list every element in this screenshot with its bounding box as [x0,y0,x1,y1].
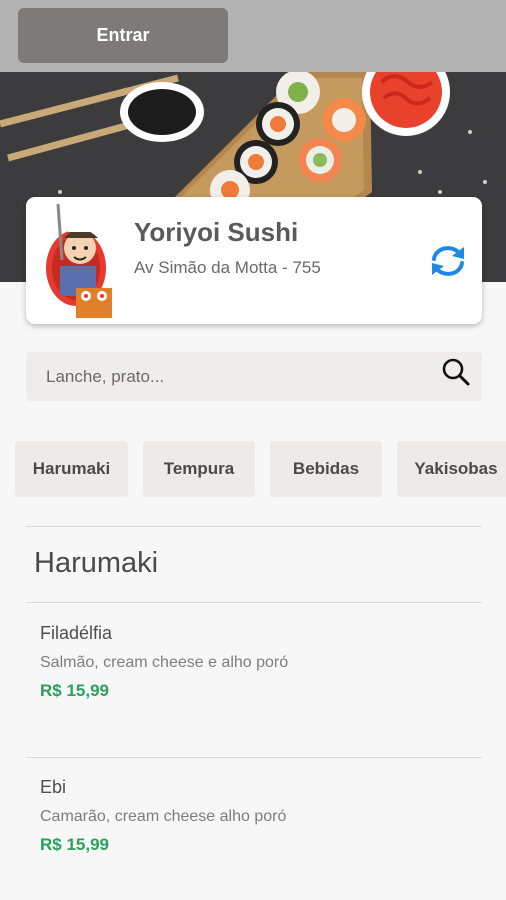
search-icon[interactable] [440,356,474,390]
refresh-icon[interactable] [428,243,468,279]
divider [26,757,482,758]
login-button[interactable]: Entrar [18,8,228,63]
item-name: Ebi [40,777,67,797]
store-logo [46,203,112,318]
store-card: Yoriyoi Sushi Av Simão da Motta - 755 [26,197,482,324]
category-tempura[interactable]: Tempura [143,441,255,497]
menu-item[interactable]: Ebi Camarão, cream cheese alho poró R$ 1… [40,777,480,855]
top-bar: Entrar [0,0,506,72]
divider [26,526,482,527]
store-address: Av Simão da Motta - 755 [134,258,321,277]
divider [26,602,482,603]
item-description: Salmão, cream cheese e alho poró [40,654,289,671]
item-description: Camarão, cream cheese alho poró [40,808,287,825]
store-name: Yoriyoi Sushi [134,217,299,247]
menu-item[interactable]: Filadélfia Salmão, cream cheese e alho p… [40,623,480,701]
search-input[interactable] [46,352,426,401]
item-price: R$ 15,99 [40,835,109,854]
item-price: R$ 15,99 [40,681,109,700]
category-harumaki[interactable]: Harumaki [15,441,128,497]
search-bar [26,352,482,401]
category-yakisobas[interactable]: Yakisobas [397,441,506,497]
category-bebidas[interactable]: Bebidas [270,441,382,497]
section-title: Harumaki [34,547,159,579]
category-tabs: Harumaki Tempura Bebidas Yakisobas [0,441,506,497]
item-name: Filadélfia [40,623,113,643]
